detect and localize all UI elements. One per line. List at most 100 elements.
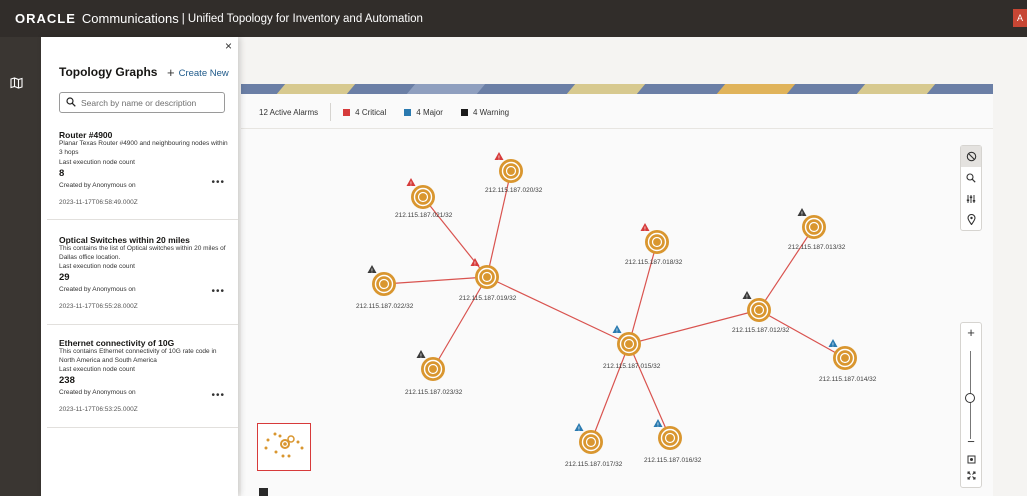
nav-rail bbox=[0, 37, 41, 496]
timestamp: 2023-11-17T06:55:28.000Z bbox=[59, 303, 138, 310]
created-by: Created by Anonymous on bbox=[59, 388, 136, 396]
more-actions-icon[interactable]: ••• bbox=[211, 391, 225, 401]
timestamp: 2023-11-17T06:58:49.000Z bbox=[59, 199, 138, 206]
close-icon[interactable]: × bbox=[225, 39, 232, 53]
node-count: 29 bbox=[59, 271, 70, 283]
fit-to-screen-icon[interactable] bbox=[961, 455, 981, 466]
graph-edge bbox=[590, 343, 630, 443]
oracle-logo: ORACLE bbox=[15, 11, 76, 26]
card-title: Router #4900 bbox=[59, 130, 113, 140]
node-label: 212.115.187.016/32 bbox=[644, 457, 702, 464]
card-title: Optical Switches within 20 miles bbox=[59, 235, 190, 245]
graph-edge bbox=[486, 276, 630, 345]
node-count: 238 bbox=[59, 374, 75, 386]
active-alarms-count: 12 Active Alarms bbox=[259, 107, 319, 117]
zoom-out-button[interactable]: − bbox=[961, 434, 981, 449]
user-avatar[interactable]: A bbox=[1013, 9, 1027, 27]
more-actions-icon[interactable]: ••• bbox=[211, 287, 225, 297]
graph-edge bbox=[758, 226, 815, 311]
search-icon[interactable] bbox=[961, 167, 981, 188]
drawer-title: Topology Graphs bbox=[59, 65, 158, 79]
alarm-summary: 12 Active Alarms 4 Critical 4 Major 4 Wa… bbox=[259, 103, 527, 121]
card-description: This contains the list of Optical switch… bbox=[59, 245, 226, 261]
critical-swatch bbox=[343, 108, 351, 116]
card-divider bbox=[47, 324, 238, 325]
node-label: 212.115.187.017/32 bbox=[565, 461, 623, 468]
zoom-control: + − bbox=[960, 322, 982, 488]
node-label: 212.115.187.023/32 bbox=[405, 389, 463, 396]
graph-node[interactable]: !212.115.187.017/32 bbox=[565, 423, 623, 468]
graph-node[interactable]: !212.115.187.019/32 bbox=[459, 258, 517, 302]
card-description: This contains Ethernet connectivity of 1… bbox=[59, 348, 217, 364]
search-box[interactable] bbox=[59, 92, 225, 113]
alarm-warning-label: 4 Warning bbox=[472, 107, 510, 117]
minimap-toggle[interactable] bbox=[259, 488, 268, 496]
graph-node[interactable]: !212.115.187.023/32 bbox=[405, 350, 463, 396]
filter-sliders-icon[interactable] bbox=[961, 188, 981, 209]
alarm-warning[interactable]: 4 Warning bbox=[460, 107, 510, 117]
graph-edge bbox=[758, 309, 846, 359]
search-icon bbox=[66, 96, 76, 110]
timestamp: 2023-11-17T06:53:25.000Z bbox=[59, 406, 138, 413]
minimap[interactable] bbox=[257, 423, 311, 471]
app-header: ORACLE Communications | Unified Topology… bbox=[0, 0, 1027, 37]
graph-node[interactable]: !212.115.187.020/32 bbox=[485, 152, 543, 194]
map-icon[interactable] bbox=[9, 77, 23, 89]
app-title: | Unified Topology for Inventory and Aut… bbox=[181, 12, 423, 25]
zoom-slider-handle[interactable] bbox=[965, 393, 975, 404]
separator bbox=[330, 103, 332, 121]
alarm-critical[interactable]: 4 Critical bbox=[343, 108, 386, 117]
create-new-button[interactable]: + Create New bbox=[167, 65, 229, 80]
zoom-in-button[interactable]: + bbox=[961, 325, 981, 340]
alarm-critical-label: 4 Critical bbox=[355, 107, 387, 117]
graph-node[interactable]: !212.115.187.014/32 bbox=[819, 339, 877, 383]
expand-icon[interactable] bbox=[961, 471, 981, 482]
brand: ORACLE Communications | Unified Topology… bbox=[15, 11, 423, 26]
graph-edge bbox=[432, 276, 488, 370]
alarm-major[interactable]: 4 Major bbox=[404, 108, 443, 117]
alarm-major-label: 4 Major bbox=[416, 107, 443, 117]
graph-edge bbox=[628, 343, 671, 439]
graph-node[interactable]: !212.115.187.018/32 bbox=[625, 223, 683, 266]
card-description: Planar Texas Router #4900 and neighbouri… bbox=[59, 140, 228, 156]
reset-icon[interactable] bbox=[961, 146, 981, 167]
count-label: Last execution node count bbox=[59, 159, 135, 166]
graph-node[interactable]: !212.115.187.012/32 bbox=[732, 291, 790, 334]
graph-node[interactable]: !212.115.187.013/32 bbox=[788, 208, 846, 251]
card-title: Ethernet connectivity of 10G bbox=[59, 338, 175, 348]
create-new-label: Create New bbox=[178, 68, 229, 79]
graph-card[interactable]: Optical Switches within 20 miles This co… bbox=[59, 235, 231, 312]
node-label: 212.115.187.012/32 bbox=[732, 327, 790, 334]
graph-node[interactable]: !212.115.187.022/32 bbox=[356, 265, 414, 310]
graph-card[interactable]: Ethernet connectivity of 10G This contai… bbox=[59, 338, 231, 415]
warning-swatch bbox=[460, 108, 468, 116]
location-pin-icon[interactable] bbox=[961, 209, 981, 230]
graph-node[interactable]: !212.115.187.021/32 bbox=[395, 178, 453, 219]
node-count: 8 bbox=[59, 167, 65, 179]
canvas-toolbar bbox=[960, 145, 982, 231]
topology-graph[interactable]: !212.115.187.021/32 !212.115.187.020/32 !2… bbox=[241, 129, 956, 496]
node-label: 212.115.187.018/32 bbox=[625, 259, 683, 266]
node-label: 212.115.187.014/32 bbox=[819, 376, 877, 383]
node-label: 212.115.187.021/32 bbox=[395, 212, 453, 219]
count-label: Last execution node count bbox=[59, 366, 135, 373]
graph-card[interactable]: Router #4900 Planar Texas Router #4900 a… bbox=[59, 130, 231, 208]
decorative-banner bbox=[241, 84, 993, 94]
minimap-graph bbox=[264, 432, 304, 458]
created-by: Created by Anonymous on bbox=[59, 285, 136, 293]
count-label: Last execution node count bbox=[59, 263, 135, 270]
node-label: 212.115.187.019/32 bbox=[459, 295, 517, 302]
node-label: 212.115.187.020/32 bbox=[485, 187, 543, 194]
search-input[interactable] bbox=[81, 97, 211, 108]
product-name: Communications bbox=[81, 11, 179, 26]
card-divider bbox=[47, 219, 238, 220]
graph-node[interactable]: !212.115.187.016/32 bbox=[644, 419, 702, 464]
plus-icon: + bbox=[167, 65, 175, 80]
major-swatch bbox=[404, 108, 412, 116]
topology-graphs-drawer: × Topology Graphs +Create New Router #49… bbox=[41, 37, 238, 496]
node-label: 212.115.187.013/32 bbox=[788, 244, 846, 251]
more-actions-icon[interactable]: ••• bbox=[211, 178, 225, 188]
node-label: 212.115.187.015/32 bbox=[603, 363, 661, 370]
graph-edge bbox=[628, 241, 658, 345]
created-by: Created by Anonymous on bbox=[59, 181, 136, 189]
